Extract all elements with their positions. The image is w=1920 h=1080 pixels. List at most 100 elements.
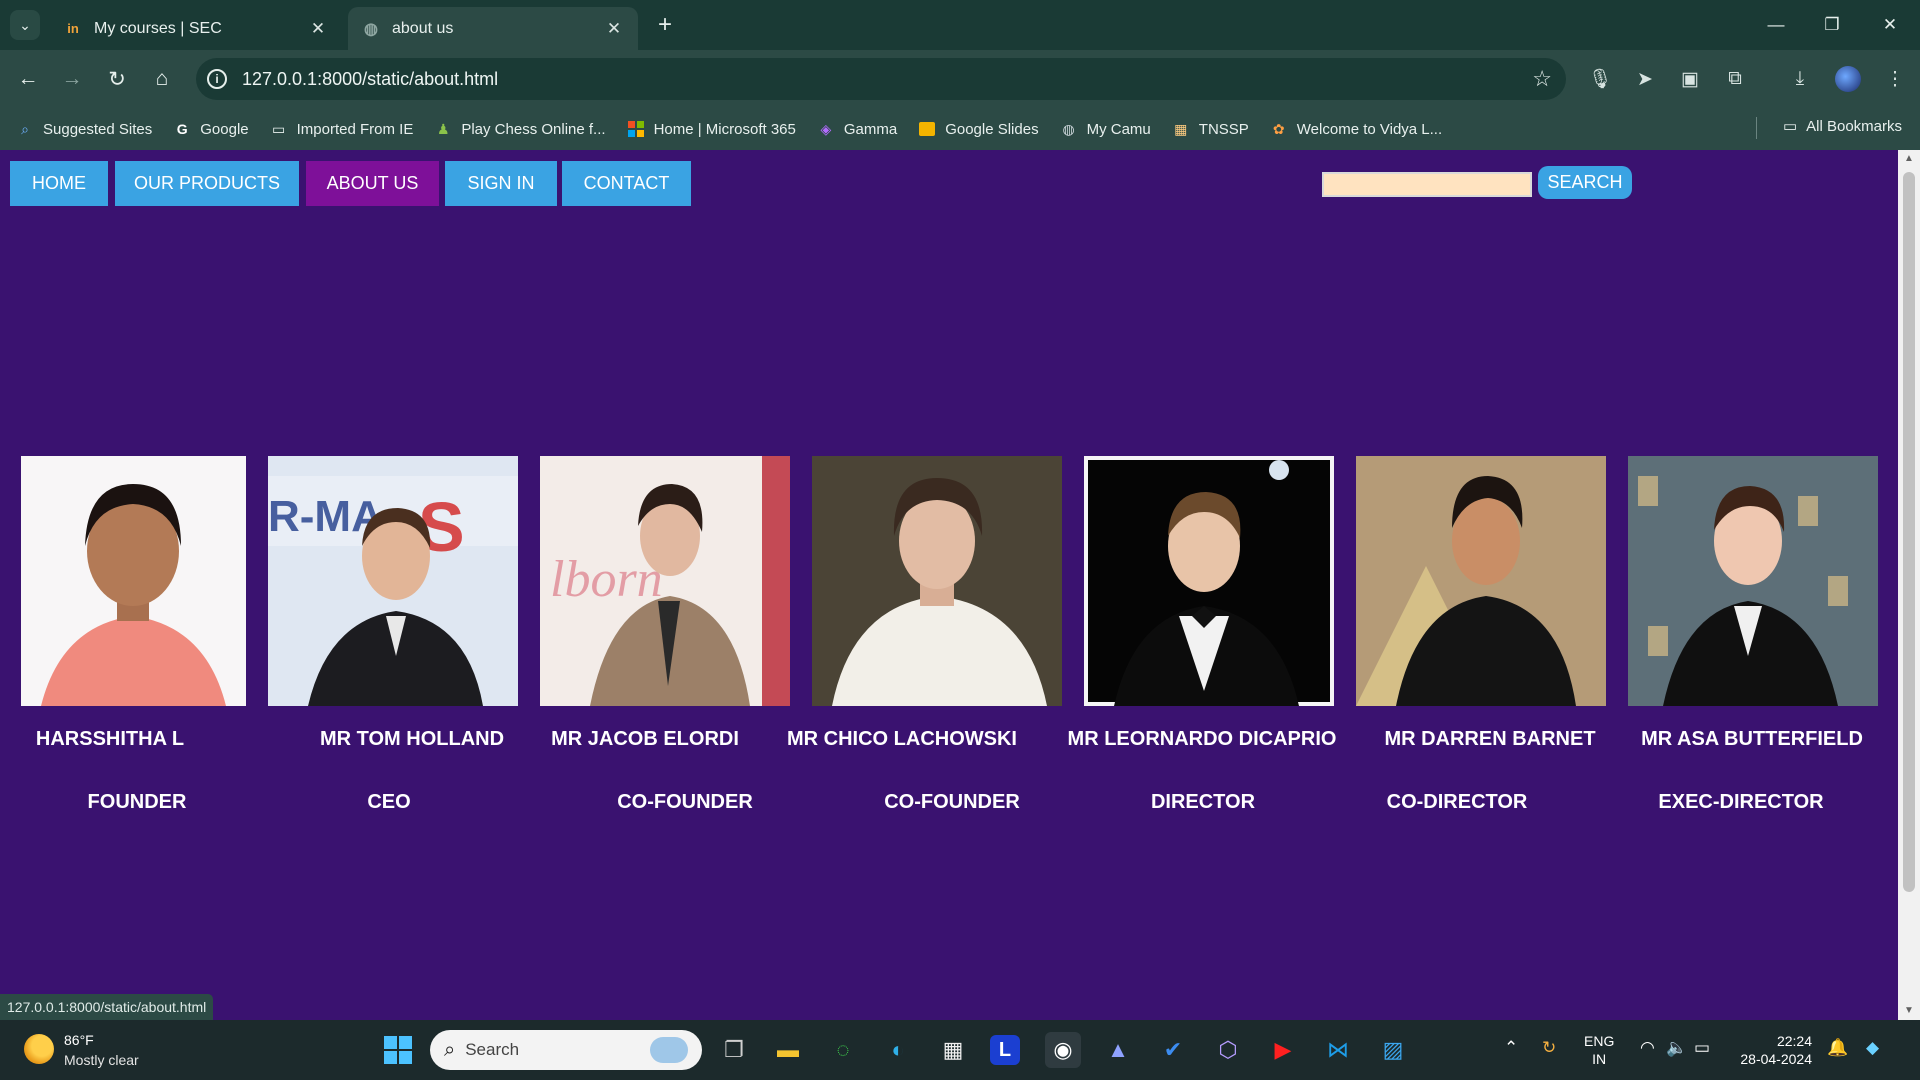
tab-search-dropdown-icon[interactable]: ⌄	[10, 10, 40, 40]
copilot-icon[interactable]: ⬡	[1210, 1032, 1246, 1068]
member-name: MR JACOB ELORDI	[551, 728, 739, 750]
browser-toolbar: ← → ↻ ⌂ i 127.0.0.1:8000/static/about.ht…	[0, 50, 1920, 108]
bookmark-tnssp[interactable]: ▦ TNSSP	[1172, 120, 1249, 138]
profile-avatar[interactable]	[1835, 66, 1861, 92]
bookmark-vidya[interactable]: ✿ Welcome to Vidya L...	[1270, 120, 1442, 138]
bookmark-label: TNSSP	[1198, 120, 1249, 138]
windows-start-icon[interactable]	[380, 1032, 416, 1068]
member-role: CEO	[367, 791, 411, 813]
scrollbar-thumb[interactable]	[1903, 172, 1915, 892]
edge-icon[interactable]: ◐	[880, 1032, 916, 1068]
scroll-down-icon[interactable]: ▼	[1898, 1002, 1920, 1020]
nav-contact[interactable]: CONTACT	[562, 161, 691, 206]
all-bookmarks[interactable]: ▭ All Bookmarks	[1782, 117, 1902, 136]
nav-our-products[interactable]: OUR PRODUCTS	[115, 161, 299, 206]
cursor-extension-icon[interactable]: ➤	[1630, 64, 1660, 94]
bookmark-google[interactable]: G Google	[173, 120, 249, 138]
bookmark-microsoft-365[interactable]: Home | Microsoft 365	[627, 120, 796, 138]
member-name: MR ASA BUTTERFIELD	[1641, 728, 1863, 750]
tnssp-icon: ▦	[1174, 120, 1188, 137]
weather-temperature[interactable]: 86°F	[64, 1032, 94, 1048]
refresh-app-icon[interactable]: ◌	[825, 1032, 861, 1068]
tab-about-us[interactable]: ◍ about us ✕	[348, 7, 638, 50]
close-icon[interactable]: ✕	[604, 19, 624, 39]
globe-icon: ◍	[364, 20, 378, 38]
bookmark-google-slides[interactable]: Google Slides	[918, 120, 1039, 138]
weather-moon-icon[interactable]	[24, 1034, 54, 1064]
home-icon[interactable]: ⌂	[146, 63, 178, 95]
search-button[interactable]: SEARCH	[1538, 166, 1632, 199]
minimize-icon[interactable]: —	[1753, 8, 1799, 42]
reload-icon[interactable]: ↻	[101, 63, 133, 95]
nav-sign-in[interactable]: SIGN IN	[445, 161, 557, 206]
affinity-icon[interactable]: ▲	[1100, 1032, 1136, 1068]
member-photo-jacob-elordi: lborn	[540, 456, 790, 706]
member-name: MR TOM HOLLAND	[319, 728, 505, 750]
member-name: MR CHICO LACHOWSKI	[787, 728, 1017, 750]
page-scrollbar[interactable]: ▲ ▼	[1898, 150, 1920, 1020]
forward-icon[interactable]: →	[56, 63, 88, 95]
battery-icon[interactable]: ▭	[1694, 1038, 1710, 1058]
photos-icon[interactable]: ▨	[1375, 1032, 1411, 1068]
new-tab-icon[interactable]: +	[650, 10, 680, 40]
bookmark-label: Play Chess Online f...	[461, 120, 606, 138]
member-photo-leonardo-dicaprio	[1084, 456, 1334, 706]
menu-icon[interactable]: ⋮	[1880, 64, 1910, 94]
l-app-icon[interactable]: L	[990, 1035, 1020, 1065]
bookmark-suggested-sites[interactable]: ⌕ Suggested Sites	[16, 120, 152, 138]
taskbar-search-placeholder: Search	[465, 1040, 520, 1059]
bookmark-my-camu[interactable]: ◍ My Camu	[1060, 120, 1150, 138]
extensions-icon[interactable]: ⧉	[1720, 64, 1750, 94]
tray-overflow-icon[interactable]: ⌃	[1504, 1038, 1518, 1058]
chess-icon: ♟	[437, 120, 450, 137]
folder-icon: ▭	[1782, 118, 1798, 135]
vscode-icon[interactable]: ⋈	[1320, 1032, 1356, 1068]
member-name: MR LEORNARDO DICAPRIO	[1067, 728, 1337, 750]
notification-bell-icon[interactable]: 🔔	[1827, 1038, 1848, 1058]
member-role: FOUNDER	[87, 791, 187, 813]
in-icon: in	[67, 21, 79, 36]
copilot-tray-icon[interactable]: ◆	[1866, 1038, 1879, 1058]
bookmark-star-icon[interactable]: ☆	[1532, 66, 1552, 92]
address-bar[interactable]: i 127.0.0.1:8000/static/about.html ☆	[196, 58, 1566, 100]
taskbar-search[interactable]: ⌕ Search	[430, 1030, 702, 1070]
download-icon[interactable]: ⤓	[1785, 64, 1815, 94]
restore-icon[interactable]: ❐	[1809, 8, 1855, 42]
windows-taskbar: 86°F Mostly clear ⌕ Search ❐ ▬ ◌ ◐ ▦ L ◉…	[0, 1020, 1920, 1080]
youtube-icon[interactable]: ▶	[1265, 1032, 1301, 1068]
window-close-icon[interactable]: ✕	[1867, 8, 1913, 42]
nav-home[interactable]: HOME	[10, 161, 108, 206]
microsoft-store-icon[interactable]: ▦	[935, 1032, 971, 1068]
bookmark-gamma[interactable]: ◈ Gamma	[817, 120, 897, 138]
wifi-icon[interactable]: ◠	[1640, 1038, 1655, 1058]
file-explorer-icon[interactable]: ▬	[770, 1032, 806, 1068]
bookmark-play-chess[interactable]: ♟ Play Chess Online f...	[434, 120, 606, 138]
site-info-icon[interactable]: i	[196, 58, 238, 100]
member-photo-harsshitha	[21, 456, 246, 706]
close-icon[interactable]: ✕	[308, 19, 328, 39]
scroll-up-icon[interactable]: ▲	[1898, 150, 1920, 168]
weather-description[interactable]: Mostly clear	[64, 1052, 139, 1068]
todo-icon[interactable]: ✔	[1155, 1032, 1191, 1068]
member-role: EXEC-DIRECTOR	[1658, 791, 1824, 813]
region-code: IN	[1592, 1051, 1607, 1067]
volume-icon[interactable]: 🔈	[1666, 1038, 1687, 1058]
clock[interactable]: 22:24 28-04-2024	[1732, 1032, 1812, 1068]
back-icon[interactable]: ←	[12, 63, 44, 95]
sync-icon[interactable]: ↻	[1542, 1038, 1556, 1058]
language-indicator[interactable]: ENG IN	[1584, 1032, 1614, 1068]
suggested-icon: ⌕	[21, 120, 29, 137]
tab-my-courses[interactable]: in My courses | SEC ✕	[50, 7, 342, 50]
address-url[interactable]: 127.0.0.1:8000/static/about.html	[242, 69, 498, 90]
screenshot-extension-icon[interactable]: ▣	[1675, 64, 1705, 94]
gamma-icon: ◈	[820, 120, 832, 137]
microphone-icon[interactable]: 🎙	[1585, 64, 1615, 94]
bookmark-imported-from-ie[interactable]: ▭ Imported From IE	[270, 120, 413, 138]
member-photo-tom-holland: R-MA S	[268, 456, 518, 706]
vidya-icon: ✿	[1272, 120, 1285, 137]
task-view-icon[interactable]: ❐	[716, 1032, 752, 1068]
chrome-icon[interactable]: ◉	[1045, 1032, 1081, 1068]
search-input[interactable]	[1322, 172, 1532, 197]
member-role: CO-FOUNDER	[617, 791, 753, 813]
nav-about-us[interactable]: ABOUT US	[306, 161, 439, 206]
